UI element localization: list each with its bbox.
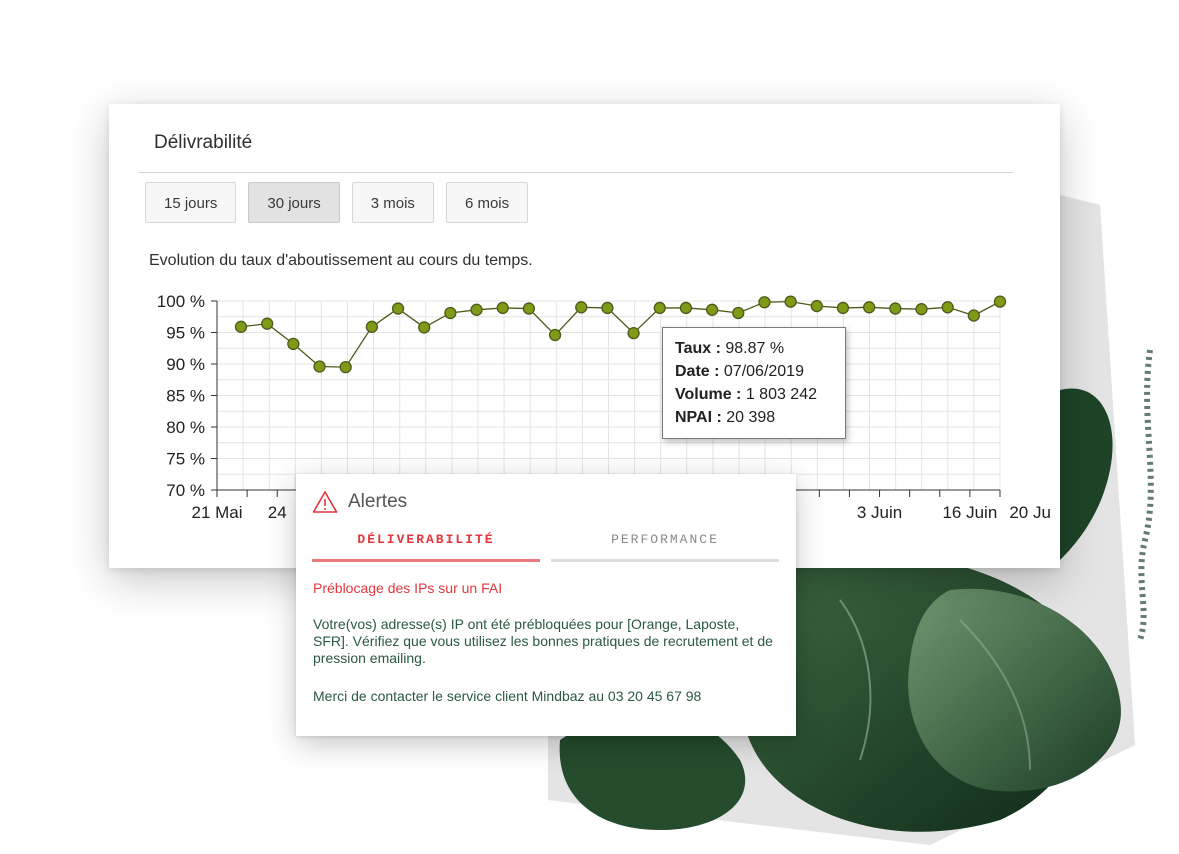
data-point[interactable] <box>836 301 850 315</box>
data-point[interactable] <box>784 295 797 308</box>
data-point[interactable] <box>575 301 588 314</box>
warning-icon <box>312 491 338 513</box>
tooltip-npai-value: 20 398 <box>721 409 776 426</box>
x-tick-label: 16 Juin <box>942 503 997 522</box>
data-point[interactable] <box>915 303 928 316</box>
alert-body: Votre(vos) adresse(s) IP ont été prébloq… <box>313 616 773 666</box>
data-point[interactable] <box>522 302 536 315</box>
data-point[interactable] <box>889 302 902 315</box>
tooltip-date-label: Date : <box>675 363 720 380</box>
series-line <box>240 300 1001 368</box>
tooltip-taux-value: 98.87 % <box>720 340 785 357</box>
tooltip-volume-label: Volume : <box>675 386 742 403</box>
x-tick-label: 21 Mai <box>191 503 242 522</box>
x-tick-label: 3 Juin <box>857 503 902 522</box>
data-point[interactable] <box>627 326 640 340</box>
data-point[interactable] <box>234 320 248 333</box>
data-point[interactable] <box>339 360 352 374</box>
data-point[interactable] <box>705 303 719 316</box>
tooltip-volume-value: 1 803 242 <box>741 386 817 403</box>
alerts-title: Alertes <box>348 491 408 512</box>
tooltip-taux-label: Taux : <box>675 340 721 357</box>
data-point[interactable] <box>496 301 509 315</box>
tooltip-npai-label: NPAI : <box>675 409 722 426</box>
y-tick-label: 70 % <box>166 481 205 500</box>
data-point[interactable] <box>418 321 431 334</box>
tooltip-date-value: 07/06/2019 <box>719 363 804 380</box>
data-point[interactable] <box>313 360 326 373</box>
data-point[interactable] <box>758 296 771 309</box>
tab-performance[interactable]: PERFORMANCE <box>551 532 779 547</box>
y-tick-label: 85 % <box>166 387 205 406</box>
y-tick-label: 100 % <box>157 292 205 311</box>
data-point[interactable] <box>862 301 876 314</box>
alerts-panel: Alertes DÉLIVERABILITÉ PERFORMANCE Prébl… <box>296 474 796 736</box>
data-point[interactable] <box>444 306 457 320</box>
tab-deliverabilite[interactable]: DÉLIVERABILITÉ <box>312 532 540 547</box>
active-tab-underline <box>312 559 540 562</box>
x-tick-label: 24 <box>268 503 287 522</box>
y-tick-label: 95 % <box>166 324 205 343</box>
alerts-header: Alertes <box>312 490 407 514</box>
data-point[interactable] <box>653 301 666 315</box>
data-point[interactable] <box>601 301 614 315</box>
inactive-tab-underline <box>551 559 779 562</box>
data-point[interactable] <box>679 301 693 315</box>
alert-contact: Merci de contacter le service client Min… <box>313 688 702 704</box>
data-point[interactable] <box>261 317 274 330</box>
y-tick-label: 75 % <box>166 450 205 469</box>
data-point[interactable] <box>967 309 980 322</box>
data-point[interactable] <box>810 299 823 313</box>
data-point[interactable] <box>287 337 300 350</box>
y-tick-label: 80 % <box>166 418 205 437</box>
data-point[interactable] <box>732 306 745 320</box>
alert-title: Préblocage des IPs sur un FAI <box>313 580 503 596</box>
x-tick-label: 20 Ju <box>1009 503 1051 522</box>
data-point[interactable] <box>470 303 483 316</box>
chart-tooltip: Taux : 98.87 % Date : 07/06/2019 Volume … <box>662 327 846 439</box>
data-point[interactable] <box>391 302 405 315</box>
y-tick-label: 90 % <box>166 355 205 374</box>
data-point[interactable] <box>365 320 379 333</box>
data-point[interactable] <box>548 328 562 342</box>
data-point[interactable] <box>993 295 1007 308</box>
data-point[interactable] <box>941 301 954 314</box>
